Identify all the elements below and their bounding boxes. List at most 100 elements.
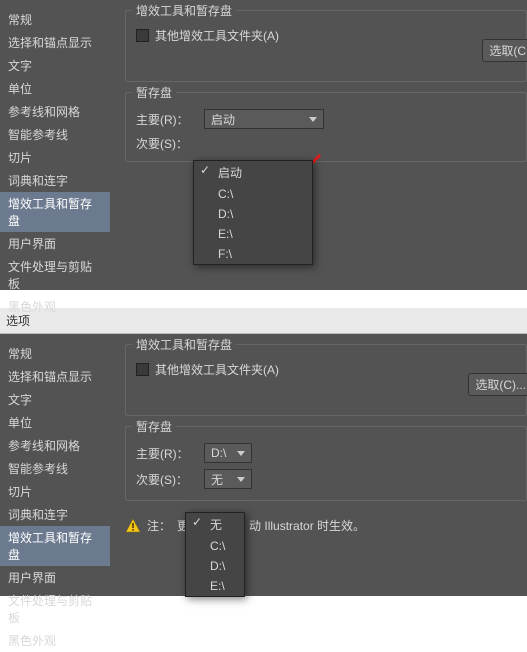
- secondary-dropdown-value: 无: [211, 471, 223, 488]
- menu-item-c[interactable]: C:\: [186, 536, 244, 556]
- secondary-dropdown[interactable]: 无: [204, 469, 252, 489]
- choose-button-label: 选取(C: [489, 44, 526, 58]
- content-area: 增效工具和暂存盘 其他增效工具文件夹(A) 选取(C)... 暂存盘 主要(R)…: [125, 344, 527, 534]
- menu-item-label: F:\: [218, 247, 232, 261]
- sidebar-item-general[interactable]: 常规: [0, 8, 110, 31]
- sidebar-item-label: 单位: [8, 416, 32, 430]
- sidebar-item-label: 智能参考线: [8, 128, 68, 142]
- warning-icon: [125, 518, 141, 534]
- sidebar-item-label: 切片: [8, 151, 32, 165]
- choose-button-label: 选取(C)...: [475, 378, 526, 392]
- check-icon: ✓: [192, 515, 202, 529]
- sidebar-item-type[interactable]: 文字: [0, 54, 110, 77]
- sidebar-item-label: 选择和锚点显示: [8, 36, 92, 50]
- sidebar: 常规 选择和锚点显示 文字 单位 参考线和网格 智能参考线 切片 词典和连字 增…: [0, 0, 110, 318]
- panel-bottom: 常规 选择和锚点显示 文字 单位 参考线和网格 智能参考线 切片 词典和连字 增…: [0, 334, 527, 596]
- sidebar-item-label: 常规: [8, 13, 32, 27]
- sidebar-item-label: 单位: [8, 82, 32, 96]
- sidebar-item-label: 增效工具和暂存盘: [8, 531, 92, 562]
- secondary-dropdown-menu: ✓ 无 C:\ D:\ E:\: [185, 512, 245, 597]
- sidebar-item-units[interactable]: 单位: [0, 411, 110, 434]
- sidebar-item-ui[interactable]: 用户界面: [0, 566, 110, 589]
- group-scratch-title: 暂存盘: [132, 418, 176, 435]
- primary-dropdown[interactable]: D:\: [204, 443, 252, 463]
- menu-item-label: 启动: [218, 166, 242, 180]
- checkbox-other-plugins-row[interactable]: 其他增效工具文件夹(A): [136, 21, 516, 50]
- sidebar-item-label: 词典和连字: [8, 508, 68, 522]
- checkbox-label: 其他增效工具文件夹(A): [155, 361, 279, 378]
- sidebar-item-smartguides[interactable]: 智能参考线: [0, 457, 110, 480]
- sidebar-item-label: 文字: [8, 393, 32, 407]
- group-plugins-title: 增效工具和暂存盘: [132, 336, 236, 353]
- sidebar-item-type[interactable]: 文字: [0, 388, 110, 411]
- sidebar-item-filehandling[interactable]: 文件处理与剪贴板: [0, 589, 110, 629]
- sidebar-item-units[interactable]: 单位: [0, 77, 110, 100]
- group-plugins: 增效工具和暂存盘 其他增效工具文件夹(A) 选取(C: [125, 10, 527, 82]
- menu-item-c[interactable]: C:\: [194, 184, 312, 204]
- choose-button[interactable]: 选取(C: [482, 39, 527, 62]
- sidebar-item-selection[interactable]: 选择和锚点显示: [0, 365, 110, 388]
- sidebar-item-guides[interactable]: 参考线和网格: [0, 434, 110, 457]
- menu-item-e[interactable]: E:\: [186, 576, 244, 596]
- sidebar-item-label: 用户界面: [8, 237, 56, 251]
- check-icon: ✓: [200, 163, 210, 177]
- sidebar-item-label: 增效工具和暂存盘: [8, 197, 92, 228]
- sidebar-item-label: 用户界面: [8, 571, 56, 585]
- sidebar-item-label: 文件处理与剪贴板: [8, 594, 92, 625]
- sidebar-item-slices[interactable]: 切片: [0, 146, 110, 169]
- menu-item-label: E:\: [218, 227, 233, 241]
- sidebar-item-plugins-scratch[interactable]: 增效工具和暂存盘: [0, 526, 110, 566]
- primary-dropdown[interactable]: 启动: [204, 109, 324, 129]
- menu-item-none[interactable]: ✓ 无: [186, 513, 244, 536]
- secondary-label: 次要(S)：: [136, 135, 196, 152]
- group-plugins-title: 增效工具和暂存盘: [132, 2, 236, 19]
- sidebar-item-plugins-scratch[interactable]: 增效工具和暂存盘: [0, 192, 110, 232]
- group-scratch-title: 暂存盘: [132, 84, 176, 101]
- primary-dropdown-value: 启动: [211, 111, 235, 128]
- group-scratch: 暂存盘 主要(R)： 启动 次要(S)：: [125, 92, 527, 162]
- content-area: 增效工具和暂存盘 其他增效工具文件夹(A) 选取(C 暂存盘 主要(R)： 启动…: [125, 10, 527, 172]
- menu-item-label: E:\: [210, 579, 225, 593]
- sidebar-item-label: 参考线和网格: [8, 439, 80, 453]
- sidebar-item-filehandling[interactable]: 文件处理与剪贴板: [0, 255, 110, 295]
- menu-item-d[interactable]: D:\: [194, 204, 312, 224]
- checkbox-icon[interactable]: [136, 363, 149, 376]
- checkbox-icon[interactable]: [136, 29, 149, 42]
- menu-item-d[interactable]: D:\: [186, 556, 244, 576]
- menu-item-label: C:\: [210, 539, 225, 553]
- sidebar-item-smartguides[interactable]: 智能参考线: [0, 123, 110, 146]
- chevron-down-icon: [309, 117, 317, 122]
- group-plugins: 增效工具和暂存盘 其他增效工具文件夹(A) 选取(C)...: [125, 344, 527, 416]
- sidebar-item-label: 文字: [8, 59, 32, 73]
- sidebar-item-dictionary[interactable]: 词典和连字: [0, 169, 110, 192]
- menu-item-label: D:\: [210, 559, 225, 573]
- checkbox-other-plugins-row[interactable]: 其他增效工具文件夹(A): [136, 355, 516, 384]
- sidebar-item-ui[interactable]: 用户界面: [0, 232, 110, 255]
- sidebar-item-label: 参考线和网格: [8, 105, 80, 119]
- sidebar-item-label: 文件处理与剪贴板: [8, 260, 92, 291]
- menu-item-startup[interactable]: ✓ 启动: [194, 161, 312, 184]
- menu-item-label: 无: [210, 518, 222, 532]
- primary-label: 主要(R)：: [136, 445, 196, 462]
- sidebar-item-label: 黑色外观: [8, 634, 56, 648]
- choose-button[interactable]: 选取(C)...: [468, 373, 527, 396]
- sidebar-item-black[interactable]: 黑色外观: [0, 295, 110, 318]
- sidebar-item-general[interactable]: 常规: [0, 342, 110, 365]
- sidebar-item-label: 切片: [8, 485, 32, 499]
- chevron-down-icon: [237, 451, 245, 456]
- sidebar-item-dictionary[interactable]: 词典和连字: [0, 503, 110, 526]
- menu-item-f[interactable]: F:\: [194, 244, 312, 264]
- checkbox-label: 其他增效工具文件夹(A): [155, 27, 279, 44]
- primary-label: 主要(R)：: [136, 111, 196, 128]
- sidebar-item-selection[interactable]: 选择和锚点显示: [0, 31, 110, 54]
- sidebar-item-slices[interactable]: 切片: [0, 480, 110, 503]
- sidebar-item-label: 选择和锚点显示: [8, 370, 92, 384]
- sidebar-item-black[interactable]: 黑色外观: [0, 629, 110, 652]
- menu-item-e[interactable]: E:\: [194, 224, 312, 244]
- group-scratch: 暂存盘 主要(R)： D:\ 次要(S)： 无: [125, 426, 527, 501]
- secondary-dropdown-menu: ✓ 启动 C:\ D:\ E:\ F:\: [193, 160, 313, 265]
- secondary-label: 次要(S)：: [136, 471, 196, 488]
- sidebar-item-label: 词典和连字: [8, 174, 68, 188]
- sidebar-item-guides[interactable]: 参考线和网格: [0, 100, 110, 123]
- sidebar-item-label: 黑色外观: [8, 300, 56, 314]
